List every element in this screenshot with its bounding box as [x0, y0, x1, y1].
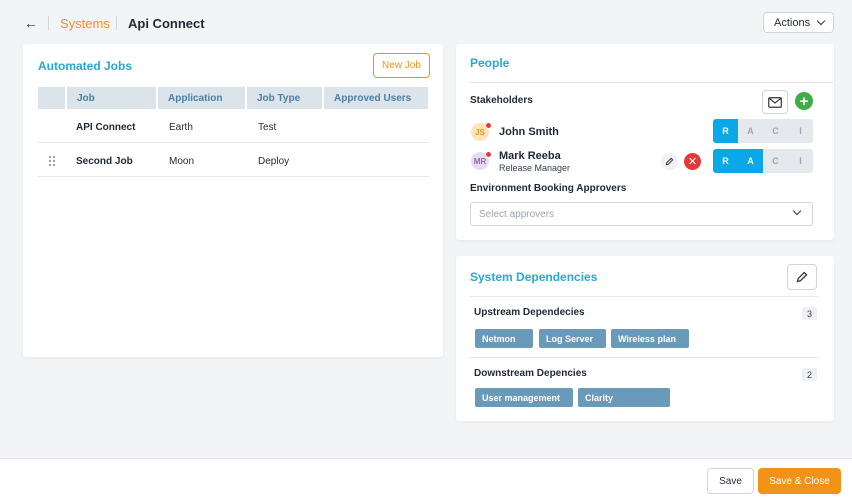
- page-header: ← Systems Api Connect Actions: [0, 0, 852, 44]
- chevron-down-icon: [816, 16, 826, 26]
- upstream-tag[interactable]: Log Server: [539, 329, 606, 348]
- raci-r-toggle[interactable]: R: [713, 149, 738, 173]
- system-dependencies-card: System Dependencies Upstream Dependecies…: [456, 256, 834, 421]
- raci-a-toggle[interactable]: A: [738, 119, 763, 143]
- stakeholder-name: John Smith: [499, 126, 559, 138]
- save-and-close-button[interactable]: Save & Close: [758, 468, 841, 494]
- raci-i-toggle[interactable]: I: [788, 149, 813, 173]
- divider: [470, 296, 819, 297]
- divider: [470, 82, 833, 83]
- footer-bar: Save Save & Close: [0, 458, 852, 500]
- raci-r-toggle[interactable]: R: [713, 119, 738, 143]
- close-icon: ✕: [687, 156, 698, 168]
- header-divider: [48, 16, 49, 30]
- job-name: API Connect: [76, 122, 136, 133]
- job-application: Earth: [169, 122, 193, 133]
- upstream-tag[interactable]: Netmon: [475, 329, 533, 348]
- people-card: People Stakeholders + JS John Smith R A …: [456, 44, 834, 240]
- save-button[interactable]: Save: [707, 468, 754, 494]
- job-type: Deploy: [258, 156, 290, 167]
- automated-jobs-card: Automated Jobs New Job Job Application J…: [23, 44, 443, 357]
- column-header-job-type[interactable]: Job Type: [247, 87, 322, 109]
- stakeholders-label: Stakeholders: [470, 95, 533, 106]
- downstream-count-badge: 2: [802, 368, 817, 381]
- jobs-table-header: Job Application Job Type Approved Users: [38, 87, 429, 109]
- automated-jobs-title: Automated Jobs: [38, 59, 133, 73]
- raci-i-toggle[interactable]: I: [788, 119, 813, 143]
- new-job-button[interactable]: New Job: [373, 53, 430, 78]
- downstream-label: Downstream Depencies: [474, 368, 587, 379]
- actions-dropdown[interactable]: Actions: [763, 12, 834, 33]
- raci-selector: R A C I: [713, 119, 813, 143]
- email-button[interactable]: [762, 90, 788, 114]
- job-name: Second Job: [76, 156, 133, 167]
- downstream-tag[interactable]: Clarity: [578, 388, 670, 407]
- upstream-count-badge: 3: [802, 307, 817, 320]
- status-dot: [485, 151, 492, 158]
- people-title: People: [470, 56, 510, 70]
- job-type: Test: [258, 122, 277, 133]
- remove-stakeholder-button[interactable]: ✕: [684, 153, 701, 170]
- raci-c-toggle[interactable]: C: [763, 149, 788, 173]
- upstream-label: Upstream Dependecies: [474, 307, 585, 318]
- stakeholder-name: Mark Reeba: [499, 150, 561, 162]
- mail-icon: [768, 96, 782, 108]
- approvers-placeholder: Select approvers: [479, 208, 555, 220]
- chevron-down-icon: [792, 206, 802, 216]
- column-header-approved-users[interactable]: Approved Users: [324, 87, 428, 109]
- status-dot: [485, 122, 492, 129]
- column-header-handle: [38, 87, 65, 109]
- approvers-select[interactable]: Select approvers: [470, 202, 813, 226]
- drag-handle-icon[interactable]: [48, 155, 56, 167]
- pencil-icon: [665, 157, 674, 166]
- table-row[interactable]: API Connect Earth Test: [38, 110, 429, 143]
- table-row[interactable]: Second Job Moon Deploy: [38, 144, 429, 177]
- upstream-tag[interactable]: Wireless plan: [611, 329, 689, 348]
- raci-c-toggle[interactable]: C: [763, 119, 788, 143]
- approvers-label: Environment Booking Approvers: [470, 183, 627, 194]
- raci-a-toggle[interactable]: A: [738, 149, 763, 173]
- header-divider: [116, 16, 117, 30]
- page-title: Api Connect: [128, 16, 205, 31]
- breadcrumb-systems[interactable]: Systems: [60, 16, 110, 31]
- add-stakeholder-button[interactable]: +: [795, 92, 813, 110]
- job-application: Moon: [169, 156, 195, 167]
- edit-stakeholder-button[interactable]: [661, 153, 678, 170]
- downstream-tag[interactable]: User management: [475, 388, 573, 407]
- divider: [470, 357, 819, 358]
- edit-dependencies-button[interactable]: [787, 264, 817, 290]
- raci-selector: R A C I: [713, 149, 813, 173]
- actions-label: Actions: [774, 16, 811, 29]
- back-arrow-icon[interactable]: ←: [22, 14, 40, 32]
- column-header-job[interactable]: Job: [67, 87, 156, 109]
- dependencies-title: System Dependencies: [470, 270, 598, 284]
- pencil-icon: [796, 271, 808, 283]
- stakeholder-role: Release Manager: [499, 163, 571, 173]
- column-header-application[interactable]: Application: [158, 87, 245, 109]
